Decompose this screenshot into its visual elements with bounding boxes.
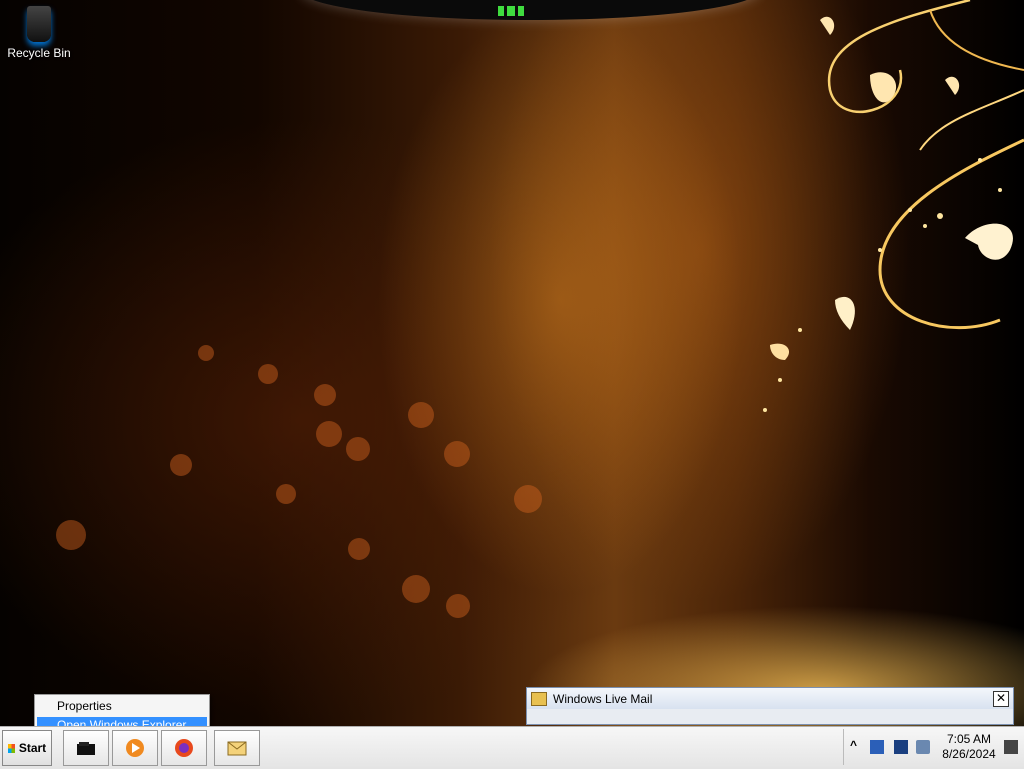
firefox-icon [175, 739, 193, 757]
show-hidden-icons-button[interactable]: ^ [850, 738, 857, 752]
windows-logo-icon [7, 743, 15, 753]
windows-live-mail-icon [227, 741, 247, 756]
network-icon[interactable] [870, 740, 884, 754]
taskbar: Start ^ 7:05 AM 8/26/2024 [0, 726, 1024, 769]
start-button[interactable]: Start [2, 730, 52, 766]
taskbar-pin-firefox[interactable] [161, 730, 207, 766]
notification-windows-live-mail[interactable]: Windows Live Mail ✕ [526, 687, 1014, 725]
desktop-icon-recycle-bin[interactable]: Recycle Bin [4, 6, 74, 60]
action-center-icon[interactable] [1004, 740, 1018, 754]
taskbar-pin-media-player[interactable] [112, 730, 158, 766]
wallpaper-swirl [763, 0, 1024, 412]
desktop: Recycle Bin [0, 0, 1024, 726]
top-decor [300, 0, 760, 20]
taskbar-pin-windows-explorer[interactable] [63, 730, 109, 766]
windows-explorer-icon [77, 742, 95, 755]
desktop-icon-label: Recycle Bin [7, 46, 71, 60]
menu-item-properties[interactable]: Properties [37, 698, 207, 715]
volume-icon[interactable] [916, 740, 930, 754]
recycle-bin-icon [27, 6, 51, 42]
notification-titlebar: Windows Live Mail [527, 688, 1013, 709]
media-player-icon [126, 739, 144, 757]
mail-icon [531, 691, 547, 706]
clock-time: 7:05 AM [946, 732, 992, 746]
close-icon[interactable]: ✕ [993, 691, 1009, 707]
clock[interactable]: 7:05 AM 8/26/2024 [934, 732, 1004, 762]
taskbar-pin-windows-live-mail[interactable] [214, 730, 260, 766]
notification-title: Windows Live Mail [553, 691, 653, 706]
start-label: Start [18, 741, 47, 755]
clock-date: 8/26/2024 [942, 747, 996, 761]
display-icon[interactable] [894, 740, 908, 754]
system-tray: ^ 7:05 AM 8/26/2024 [843, 729, 1024, 765]
